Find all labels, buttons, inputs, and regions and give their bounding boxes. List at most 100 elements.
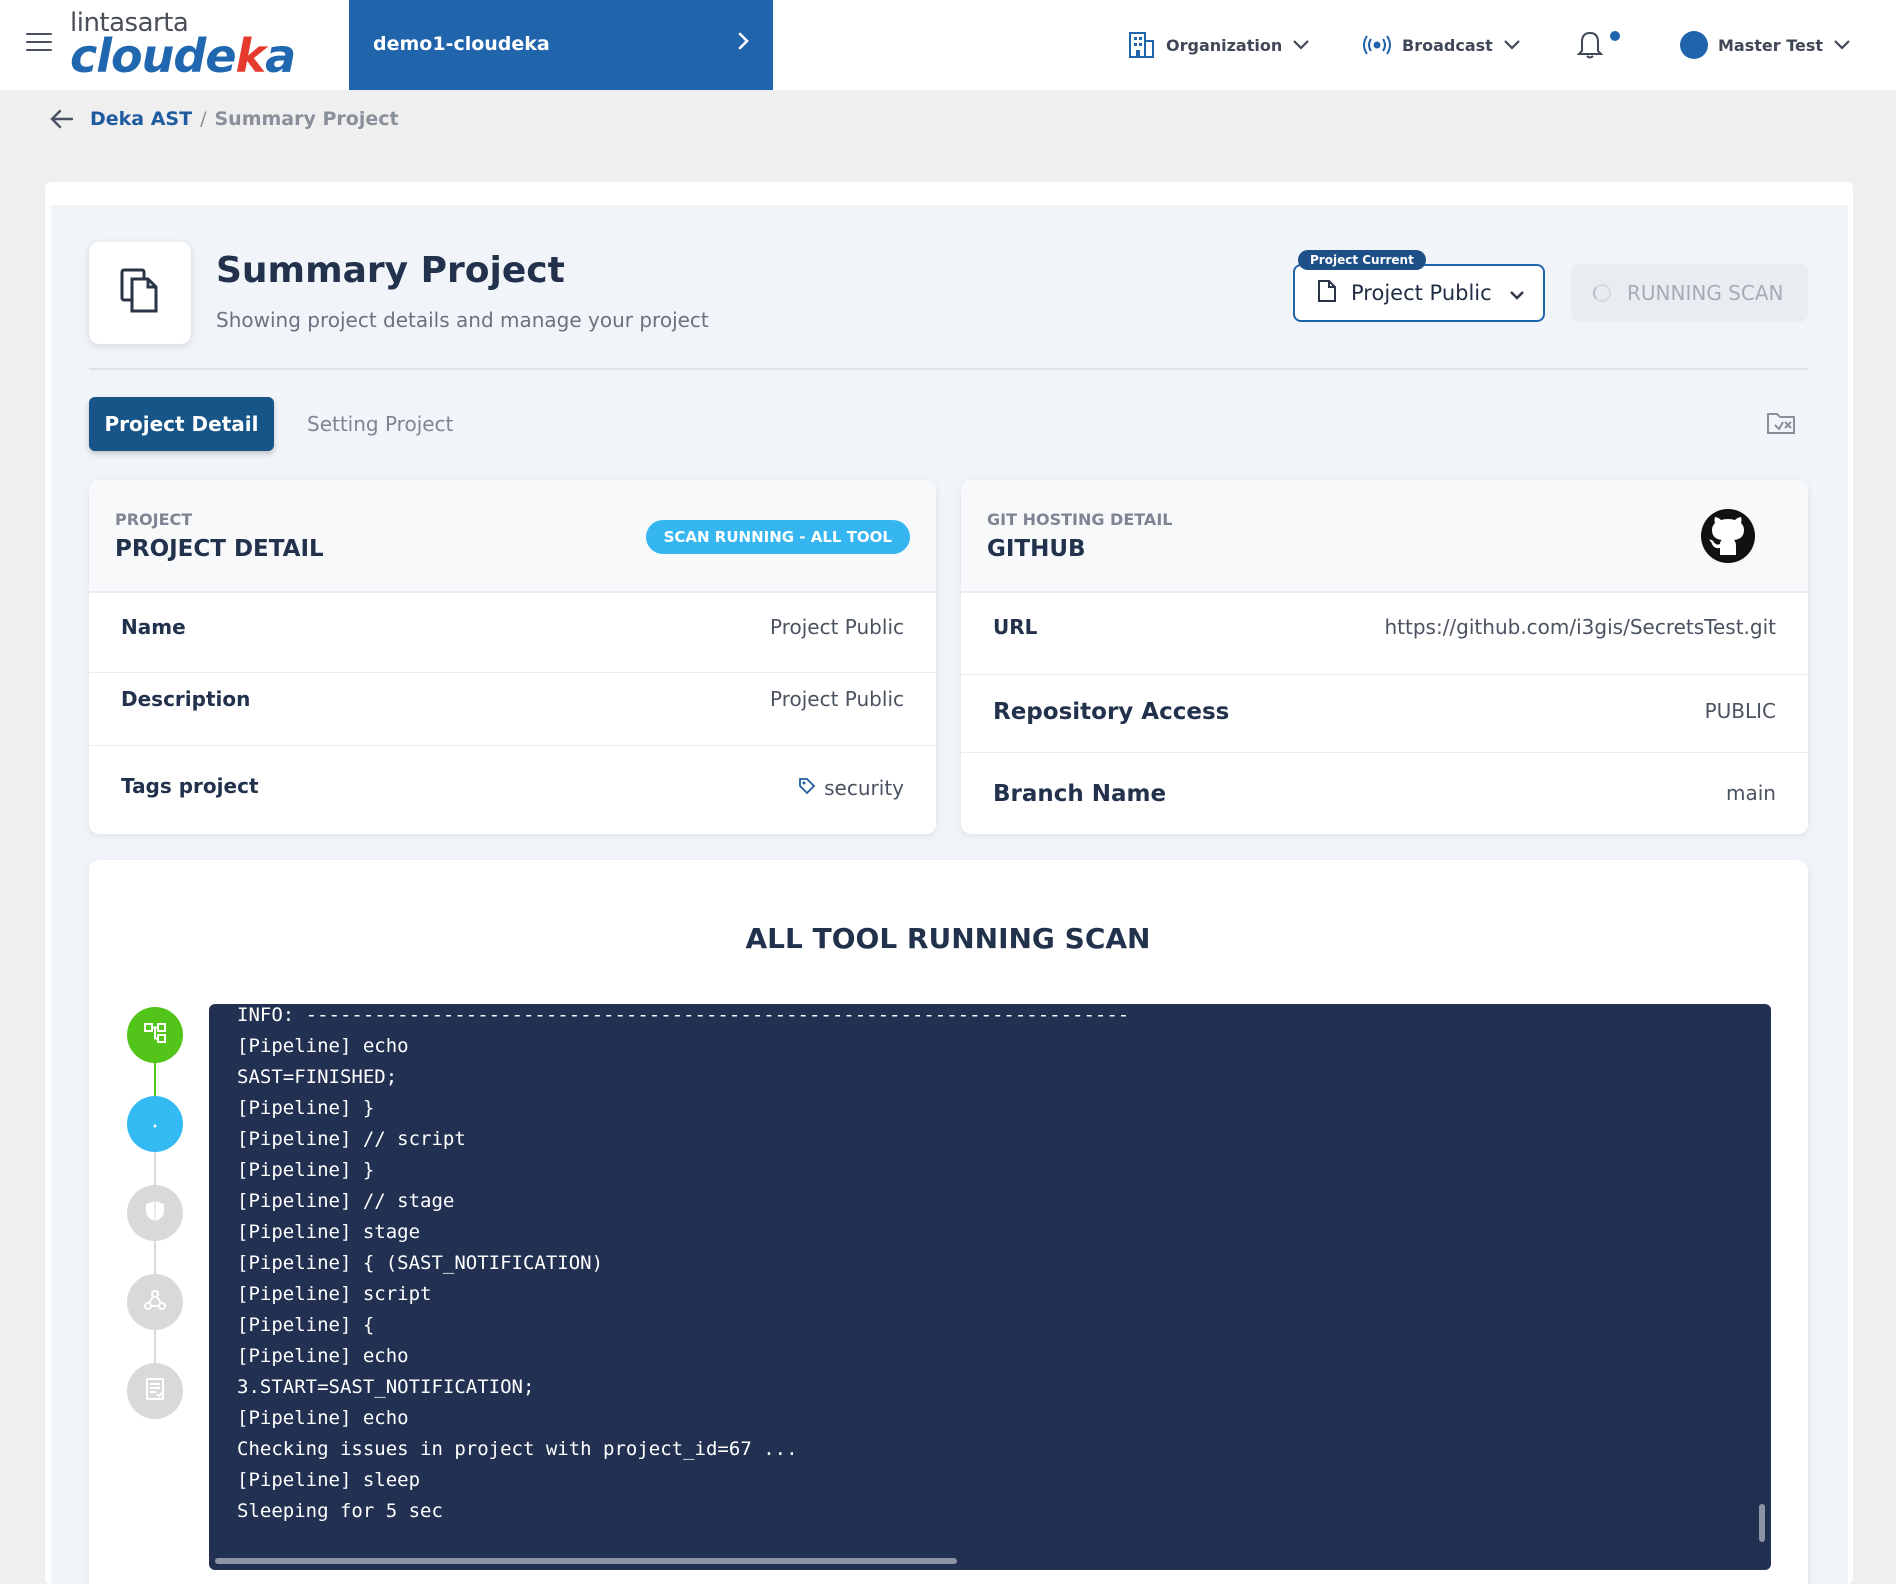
chevron-right-icon xyxy=(737,30,751,58)
log-line: [Pipeline] } xyxy=(237,1097,375,1119)
log-output: INFO: ----------------------------------… xyxy=(237,1004,1129,1527)
git-card-heading: GITHUB xyxy=(987,536,1086,562)
row-key: Branch Name xyxy=(993,781,1167,807)
project-card-header: PROJECT PROJECT DETAIL SCAN RUNNING - AL… xyxy=(89,480,936,592)
avatar xyxy=(1680,31,1708,59)
broadcast-icon xyxy=(1362,33,1392,57)
log-line: Sleeping for 5 sec xyxy=(237,1500,443,1522)
log-line: [Pipeline] } xyxy=(237,1159,375,1181)
log-line: [Pipeline] sleep xyxy=(237,1469,421,1491)
row-key: Description xyxy=(121,687,251,711)
organization-label: Organization xyxy=(1166,35,1283,55)
horizontal-scrollbar[interactable] xyxy=(215,1558,957,1564)
project-select[interactable]: Project Public xyxy=(1293,264,1545,322)
project-card-heading: PROJECT DETAIL xyxy=(115,536,324,562)
log-line: INFO: ----------------------------------… xyxy=(237,1004,1130,1026)
chevron-down-icon xyxy=(1292,39,1310,51)
step-report[interactable] xyxy=(127,1363,183,1419)
broadcast-label: Broadcast xyxy=(1402,35,1493,55)
breadcrumb: Deka AST / Summary Project xyxy=(48,108,399,130)
row-value: main xyxy=(1726,781,1776,805)
row-key: Repository Access xyxy=(993,699,1230,725)
tag-label: security xyxy=(824,776,904,800)
log-line: [Pipeline] { (SAST_NOTIFICATION) xyxy=(237,1252,604,1274)
log-line: [Pipeline] { xyxy=(237,1314,375,1336)
running-scan-label: RUNNING SCAN xyxy=(1627,281,1784,305)
row-value: Project Public xyxy=(770,615,904,639)
step-pipeline[interactable] xyxy=(127,1007,183,1063)
step-webhook[interactable] xyxy=(127,1274,183,1330)
log-line: [Pipeline] // stage xyxy=(237,1190,455,1212)
user-menu[interactable]: Master Test xyxy=(1680,26,1851,64)
running-scan-button[interactable]: RUNNING SCAN xyxy=(1571,264,1808,322)
git-row-branch: Branch Name main xyxy=(961,752,1808,834)
webhook-icon xyxy=(143,1288,167,1316)
breadcrumb-separator: / xyxy=(200,108,207,130)
tag-icon xyxy=(798,776,816,800)
git-row-access: Repository Access PUBLIC xyxy=(961,674,1808,752)
report-icon xyxy=(144,1377,166,1405)
detail-row-description: Description Project Public xyxy=(89,672,936,744)
git-card-header: GIT HOSTING DETAIL GITHUB xyxy=(961,480,1808,592)
row-value: Project Public xyxy=(770,687,904,711)
vertical-scrollbar[interactable] xyxy=(1759,1504,1765,1542)
git-hosting-card: GIT HOSTING DETAIL GITHUB URL https://gi… xyxy=(961,480,1808,834)
log-line: [Pipeline] echo xyxy=(237,1407,409,1429)
log-line: SAST=FINISHED; xyxy=(237,1066,398,1088)
row-key: Name xyxy=(121,615,186,639)
git-card-eyebrow: GIT HOSTING DETAIL xyxy=(987,510,1173,529)
logo-bottom-text: cloudeka xyxy=(70,29,296,83)
project-detail-card: PROJECT PROJECT DETAIL SCAN RUNNING - AL… xyxy=(89,480,936,834)
bell-icon[interactable] xyxy=(1576,28,1604,64)
building-icon xyxy=(1126,30,1156,60)
file-icon xyxy=(1317,279,1337,307)
log-line: [Pipeline] echo xyxy=(237,1035,409,1057)
header-divider xyxy=(89,368,1808,370)
repository-url[interactable]: https://github.com/i3gis/SecretsTest.git xyxy=(1384,615,1776,639)
menu-icon[interactable] xyxy=(26,33,52,53)
row-value: PUBLIC xyxy=(1704,699,1776,723)
project-current-badge: Project Current xyxy=(1298,250,1426,270)
log-line: [Pipeline] script xyxy=(237,1283,432,1305)
log-line: [Pipeline] stage xyxy=(237,1221,421,1243)
header-icon-box xyxy=(89,242,191,344)
cloudeka-logo[interactable]: lintasarta cloudeka xyxy=(70,8,296,83)
git-row-url: URL https://github.com/i3gis/SecretsTest… xyxy=(961,592,1808,668)
folder-close-icon[interactable] xyxy=(1766,410,1796,440)
log-terminal[interactable]: INFO: ----------------------------------… xyxy=(209,1004,1771,1570)
tag-security[interactable]: security xyxy=(798,776,904,800)
log-line: [Pipeline] echo xyxy=(237,1345,409,1367)
detail-row-name: Name Project Public xyxy=(89,592,936,664)
step-running[interactable] xyxy=(127,1096,183,1152)
log-line: Checking issues in project with project_… xyxy=(237,1438,798,1460)
chevron-down-icon xyxy=(1833,39,1851,51)
detail-row-tags: Tags project security xyxy=(89,745,936,834)
tab-project-detail[interactable]: Project Detail xyxy=(89,397,274,451)
row-key: Tags project xyxy=(121,774,259,798)
notification-dot xyxy=(1610,31,1620,41)
step-security[interactable] xyxy=(127,1185,183,1241)
breadcrumb-parent[interactable]: Deka AST xyxy=(90,108,192,130)
tab-setting-project[interactable]: Setting Project xyxy=(307,397,453,451)
broadcast-menu[interactable]: Broadcast xyxy=(1362,26,1521,64)
copy-document-icon xyxy=(118,267,162,319)
project-switcher-label: demo1-cloudeka xyxy=(373,33,550,55)
shield-icon xyxy=(144,1199,166,1227)
row-key: URL xyxy=(993,615,1038,639)
back-arrow-icon[interactable] xyxy=(48,108,74,130)
page-subtitle: Showing project details and manage your … xyxy=(216,308,709,332)
project-switcher[interactable]: demo1-cloudeka xyxy=(349,0,773,90)
github-icon xyxy=(1700,508,1756,568)
status-badge: SCAN RUNNING - ALL TOOL xyxy=(645,520,910,554)
log-line: [Pipeline] // script xyxy=(237,1128,466,1150)
breadcrumb-current: Summary Project xyxy=(214,108,399,130)
organization-menu[interactable]: Organization xyxy=(1126,26,1310,64)
chevron-down-icon xyxy=(1503,39,1521,51)
page-title: Summary Project xyxy=(216,250,565,291)
top-bar: lintasarta cloudeka demo1-cloudeka Organ… xyxy=(0,0,1896,90)
log-line: 3.START=SAST_NOTIFICATION; xyxy=(237,1376,535,1398)
project-card-eyebrow: PROJECT xyxy=(115,510,193,529)
scan-title: ALL TOOL RUNNING SCAN xyxy=(745,922,1151,955)
chevron-down-icon xyxy=(1509,286,1525,305)
loading-icon xyxy=(151,1115,159,1134)
